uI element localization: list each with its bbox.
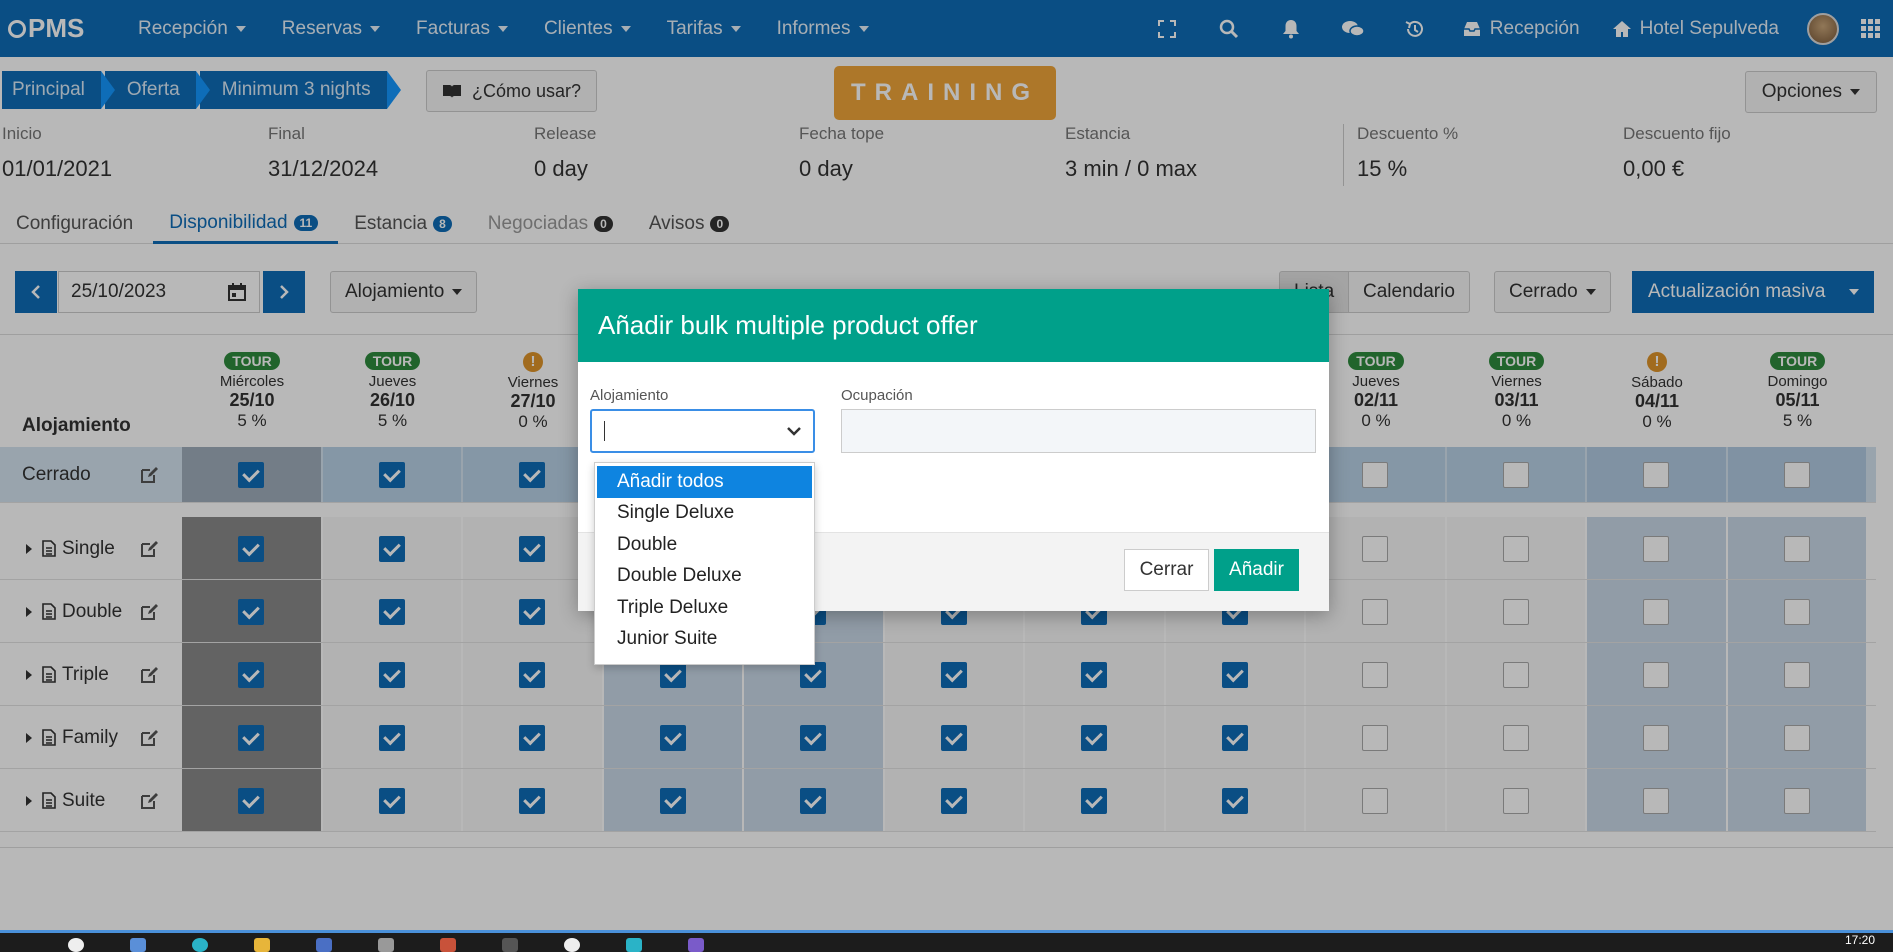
accommodation-label: Alojamiento xyxy=(590,387,669,404)
text-cursor xyxy=(604,421,605,441)
app-icon[interactable] xyxy=(626,938,642,952)
app-icon[interactable] xyxy=(688,938,704,952)
app-icon[interactable] xyxy=(440,938,456,952)
option-single-deluxe[interactable]: Single Deluxe xyxy=(597,498,812,530)
accommodation-select[interactable] xyxy=(590,409,815,453)
chevron-down-icon xyxy=(787,427,801,436)
chrome-icon[interactable] xyxy=(68,938,84,952)
modal-title: Añadir bulk multiple product offer xyxy=(578,289,1329,362)
option-triple-deluxe[interactable]: Triple Deluxe xyxy=(597,592,812,624)
folder-icon[interactable] xyxy=(254,938,270,952)
add-button[interactable]: Añadir xyxy=(1214,549,1299,591)
accommodation-dropdown: Añadir todos Single Deluxe Double Double… xyxy=(594,462,815,665)
app-icon[interactable] xyxy=(378,938,394,952)
app-icon[interactable] xyxy=(564,938,580,952)
close-button[interactable]: Cerrar xyxy=(1124,549,1209,591)
os-taskbar: 17:20 xyxy=(0,930,1893,952)
browser-icon[interactable] xyxy=(192,938,208,952)
taskbar-clock: 17:20 xyxy=(1844,933,1875,947)
occupancy-label: Ocupación xyxy=(841,387,913,404)
files-icon[interactable] xyxy=(130,938,146,952)
option-double-deluxe[interactable]: Double Deluxe xyxy=(597,561,812,593)
option-add-all[interactable]: Añadir todos xyxy=(597,466,812,498)
option-junior-suite[interactable]: Junior Suite xyxy=(597,624,812,656)
occupancy-field[interactable] xyxy=(841,409,1316,453)
option-double[interactable]: Double xyxy=(597,529,812,561)
terminal-icon[interactable] xyxy=(502,938,518,952)
shield-icon[interactable] xyxy=(316,938,332,952)
